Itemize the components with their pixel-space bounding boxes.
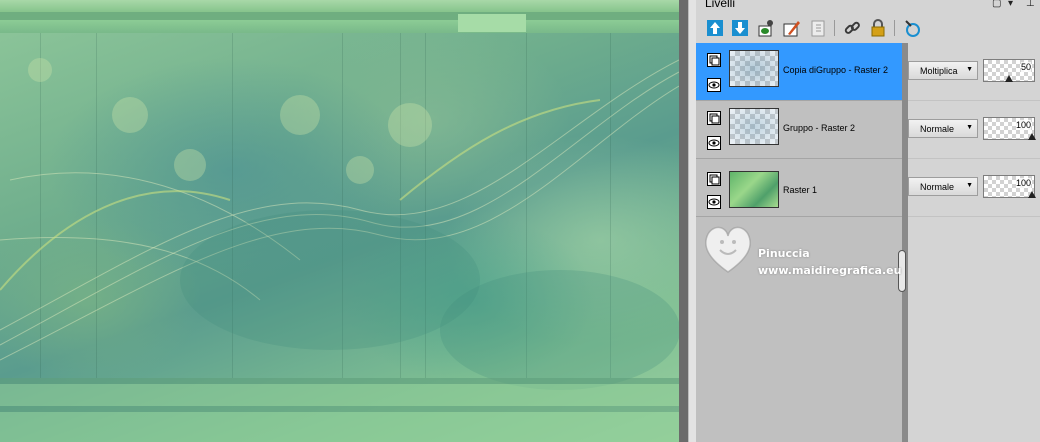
panel-edge — [688, 0, 696, 442]
layer-name: Raster 1 — [783, 185, 818, 195]
layer-properties-row: Normale ▼ 100 — [908, 159, 1040, 217]
watermark: Pinuccia www.maidiregrafica.eu — [700, 220, 930, 280]
canvas-artwork — [0, 58, 679, 442]
opacity-knob[interactable] — [1028, 191, 1036, 198]
lock-transparency-icon[interactable] — [868, 18, 888, 38]
chevron-down-icon: ▼ — [966, 124, 973, 131]
blend-mode-label: Normale — [920, 124, 955, 134]
palette-title-bar: Livelli ▢ ▾ ⊥ — [696, 0, 1040, 13]
opacity-slider[interactable]: 100 — [983, 117, 1036, 140]
layer-thumbnail — [729, 171, 779, 208]
toolbar-separator — [834, 20, 835, 36]
toolbar-separator — [894, 20, 895, 36]
watermark-url: www.maidiregrafica.eu — [758, 264, 902, 277]
new-vector-layer-icon[interactable] — [730, 18, 750, 38]
opacity-slider[interactable]: 50 — [983, 59, 1035, 82]
opacity-slider[interactable]: 100 — [983, 175, 1036, 198]
chevron-down-icon: ▼ — [966, 66, 973, 73]
blend-mode-dropdown[interactable]: Normale ▼ — [908, 119, 978, 138]
menu-dropdown-icon[interactable]: ▾ — [1008, 0, 1013, 10]
opacity-knob[interactable] — [1028, 133, 1036, 140]
layer-row[interactable]: Gruppo - Raster 2 — [696, 101, 902, 159]
heart-logo-icon — [705, 226, 751, 273]
layer-row[interactable]: Copia diGruppo - Raster 2 — [696, 43, 902, 101]
visibility-eye-icon[interactable] — [707, 136, 721, 150]
pin-icon[interactable]: ⊥ — [1026, 0, 1035, 10]
blend-mode-dropdown[interactable]: Moltiplica ▼ — [908, 61, 978, 80]
group-toggle-icon[interactable] — [707, 53, 721, 67]
chevron-down-icon: ▼ — [966, 182, 973, 189]
canvas-divider — [679, 0, 688, 442]
watermark-name: Pinuccia — [758, 247, 810, 260]
new-raster-layer-icon[interactable] — [705, 18, 725, 38]
delete-layer-icon[interactable] — [808, 18, 828, 38]
opacity-value: 100 — [1015, 120, 1031, 130]
visibility-eye-icon[interactable] — [707, 78, 721, 92]
new-mask-layer-icon[interactable] — [756, 18, 776, 38]
blend-mode-label: Moltiplica — [920, 66, 958, 76]
maximize-icon[interactable]: ▢ — [992, 0, 1001, 10]
layer-properties-row: Moltiplica ▼ 50 — [908, 43, 1040, 101]
layer-name: Gruppo - Raster 2 — [783, 123, 856, 133]
blend-mode-label: Normale — [920, 182, 955, 192]
layer-row[interactable]: Raster 1 — [696, 159, 902, 217]
opacity-value: 50 — [1020, 62, 1031, 72]
group-toggle-icon[interactable] — [707, 111, 721, 125]
layer-thumbnail — [729, 50, 779, 87]
link-layers-icon[interactable] — [842, 18, 862, 38]
palette-title: Livelli — [705, 0, 736, 10]
group-toggle-icon[interactable] — [707, 172, 721, 186]
image-canvas[interactable] — [0, 0, 679, 442]
layer-name: Copia diGruppo - Raster 2 — [783, 65, 889, 75]
layers-toolbar — [696, 14, 1040, 42]
new-adjustment-layer-icon[interactable] — [782, 18, 802, 38]
layer-thumbnail — [729, 108, 779, 145]
edit-selection-icon[interactable] — [902, 18, 922, 38]
layer-properties-row: Normale ▼ 100 — [908, 101, 1040, 159]
visibility-eye-icon[interactable] — [707, 195, 721, 209]
opacity-knob[interactable] — [1005, 75, 1013, 82]
opacity-value: 100 — [1015, 178, 1031, 188]
blend-mode-dropdown[interactable]: Normale ▼ — [908, 177, 978, 196]
